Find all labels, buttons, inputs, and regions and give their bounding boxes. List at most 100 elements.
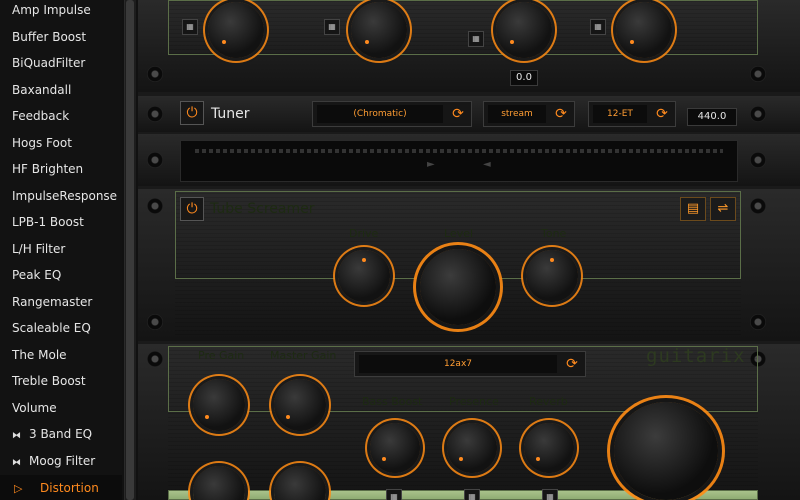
bass-boost-label: Bass Boost [362,395,423,408]
presence-label: Presence [449,395,499,408]
sidebar-item[interactable]: Hogs Foot [0,130,122,156]
amp-tube-select[interactable]: 12ax7 ⟳ [354,351,586,377]
sidebar-item[interactable]: HF Brighten [0,156,122,182]
screw-icon [750,106,766,122]
bass-boost-knob[interactable] [370,423,420,473]
screw-icon [147,314,163,330]
screw-icon [147,106,163,122]
arrow-left-icon: ◄ [483,159,491,170]
sidebar-item[interactable]: Feedback [0,103,122,129]
tuner-reference-input[interactable]: 440.0 [687,108,737,126]
sidebar-scroll-thumb[interactable] [126,0,134,500]
screw-icon [147,152,163,168]
sidebar-item-label: Scaleable EQ [12,321,91,335]
tuner-temperament-value: 12-ET [593,105,647,123]
tube-screamer-power-button[interactable]: ⏻ [180,197,204,221]
sidebar-item[interactable]: LPB-1 Boost [0,209,122,235]
amp-tube-value: 12ax7 [359,355,557,373]
sidebar-item-label: Baxandall [12,82,72,97]
tuner-power-button[interactable]: ⏻ [180,101,204,125]
sidebar-item[interactable]: ⧓ 3 Band EQ [0,421,122,447]
bowtie-icon: ⧓ [12,431,21,441]
screw-icon [750,314,766,330]
screw-icon [147,351,163,367]
sidebar-item[interactable]: Baxandall [0,77,122,103]
drive-knob[interactable] [338,250,390,302]
presence-knob[interactable] [447,423,497,473]
screw-icon [750,66,766,82]
amp-toggle-3[interactable]: ▦ [542,489,558,500]
tuner-meter: ► ◄ [180,140,738,182]
master-gain-label: Master Gain [270,349,337,362]
refresh-icon[interactable]: ⟳ [449,105,467,123]
tuner-source-select[interactable]: stream ⟳ [483,101,575,127]
sidebar-item[interactable]: ⧓ Moog Filter [0,448,122,474]
sidebar-item-label: Buffer Boost [12,29,87,44]
tube-screamer-title: Tube Screamer [210,201,315,217]
sidebar-item-active[interactable]: ▷ Distortion [0,475,122,500]
screw-icon [147,198,163,214]
effects-rack: ▦ ▦ ▦ ▦ 0.0 ⏻ Tuner (Chromatic) ⟳ stream… [138,0,800,500]
sidebar-item[interactable]: Treble Boost [0,368,122,394]
preset-file-button[interactable]: ▤ [680,197,706,221]
tuner-title: Tuner [211,106,250,122]
top-unit-value: 0.0 [510,70,538,86]
guitarix-logo: guitarix [646,345,746,367]
tuner-mode-value: (Chromatic) [317,105,443,123]
sidebar-item[interactable]: BiQuadFilter [0,50,122,76]
top-unit-knob-4[interactable] [616,2,672,58]
sidebar-item-label: L/H Filter [12,241,66,256]
pre-gain-label: Pre Gain [198,349,245,362]
amp-toggle-1[interactable]: ▦ [386,489,402,500]
top-unit-knob-3[interactable] [496,2,552,58]
master-gain-knob[interactable] [274,379,326,431]
sidebar-item-label: Amp Impulse [12,3,91,17]
screw-icon [750,152,766,168]
tone-knob[interactable] [526,250,578,302]
refresh-icon[interactable]: ⟳ [552,105,570,123]
sidebar-item[interactable]: The Mole [0,342,122,368]
amp-toggle-2[interactable]: ▦ [464,489,480,500]
sidebar-item-label: LPB-1 Boost [12,215,84,229]
screw-icon [147,66,163,82]
pre-gain-knob[interactable] [193,379,245,431]
refresh-icon[interactable]: ⟳ [653,105,671,123]
sidebar-item-label: HF Brighten [12,162,84,176]
sidebar-item-label: Rangemaster [12,294,93,309]
sidebar-item-label: Moog Filter [29,453,96,468]
tuner-temperament-select[interactable]: 12-ET ⟳ [588,101,676,127]
sidebar-item[interactable]: Peak EQ [0,262,122,288]
sidebar-item[interactable]: Buffer Boost [0,24,122,50]
sidebar-item-label: Feedback [12,109,70,123]
sidebar-item[interactable]: Scaleable EQ [0,315,122,341]
sidebar-item-label: Volume [12,400,57,415]
sidebar-item-label: Distortion [40,481,99,495]
level-label: Level [444,227,474,240]
arrow-right-icon: ► [427,159,435,170]
sidebar-item-label: Treble Boost [12,374,86,388]
sidebar-item[interactable]: L/H Filter [0,236,122,262]
refresh-icon[interactable]: ⟳ [563,355,581,373]
tuner-source-value: stream [488,105,546,123]
sidebar-item[interactable]: Amp Impulse [0,0,122,23]
sidebar-item-label: 3 Band EQ [29,427,93,441]
bowtie-icon: ⧓ [12,457,21,468]
top-unit-knob-1[interactable] [208,2,264,58]
play-triangle-icon: ▷ [14,482,23,495]
top-unit-toggle-2[interactable]: ▦ [324,19,340,35]
top-unit-knob-2[interactable] [351,2,407,58]
top-unit-toggle-1[interactable]: ▦ [182,19,198,35]
tuner-mode-select[interactable]: (Chromatic) ⟳ [312,101,472,127]
tone-label: Tone [541,227,567,240]
level-knob[interactable] [420,249,496,325]
sidebar-item[interactable]: ImpulseResponse [0,183,122,209]
screw-icon [750,198,766,214]
settings-toggle-button[interactable]: ⇌ [710,197,736,221]
reverb-knob[interactable] [524,423,574,473]
reverb-label: Reverb [529,395,568,408]
top-unit-toggle-4[interactable]: ▦ [590,19,606,35]
master-volume-knob[interactable] [614,402,718,500]
top-unit-toggle-3[interactable]: ▦ [468,31,484,47]
sidebar-item[interactable]: Rangemaster [0,289,122,315]
sidebar-item[interactable]: Volume [0,395,122,421]
